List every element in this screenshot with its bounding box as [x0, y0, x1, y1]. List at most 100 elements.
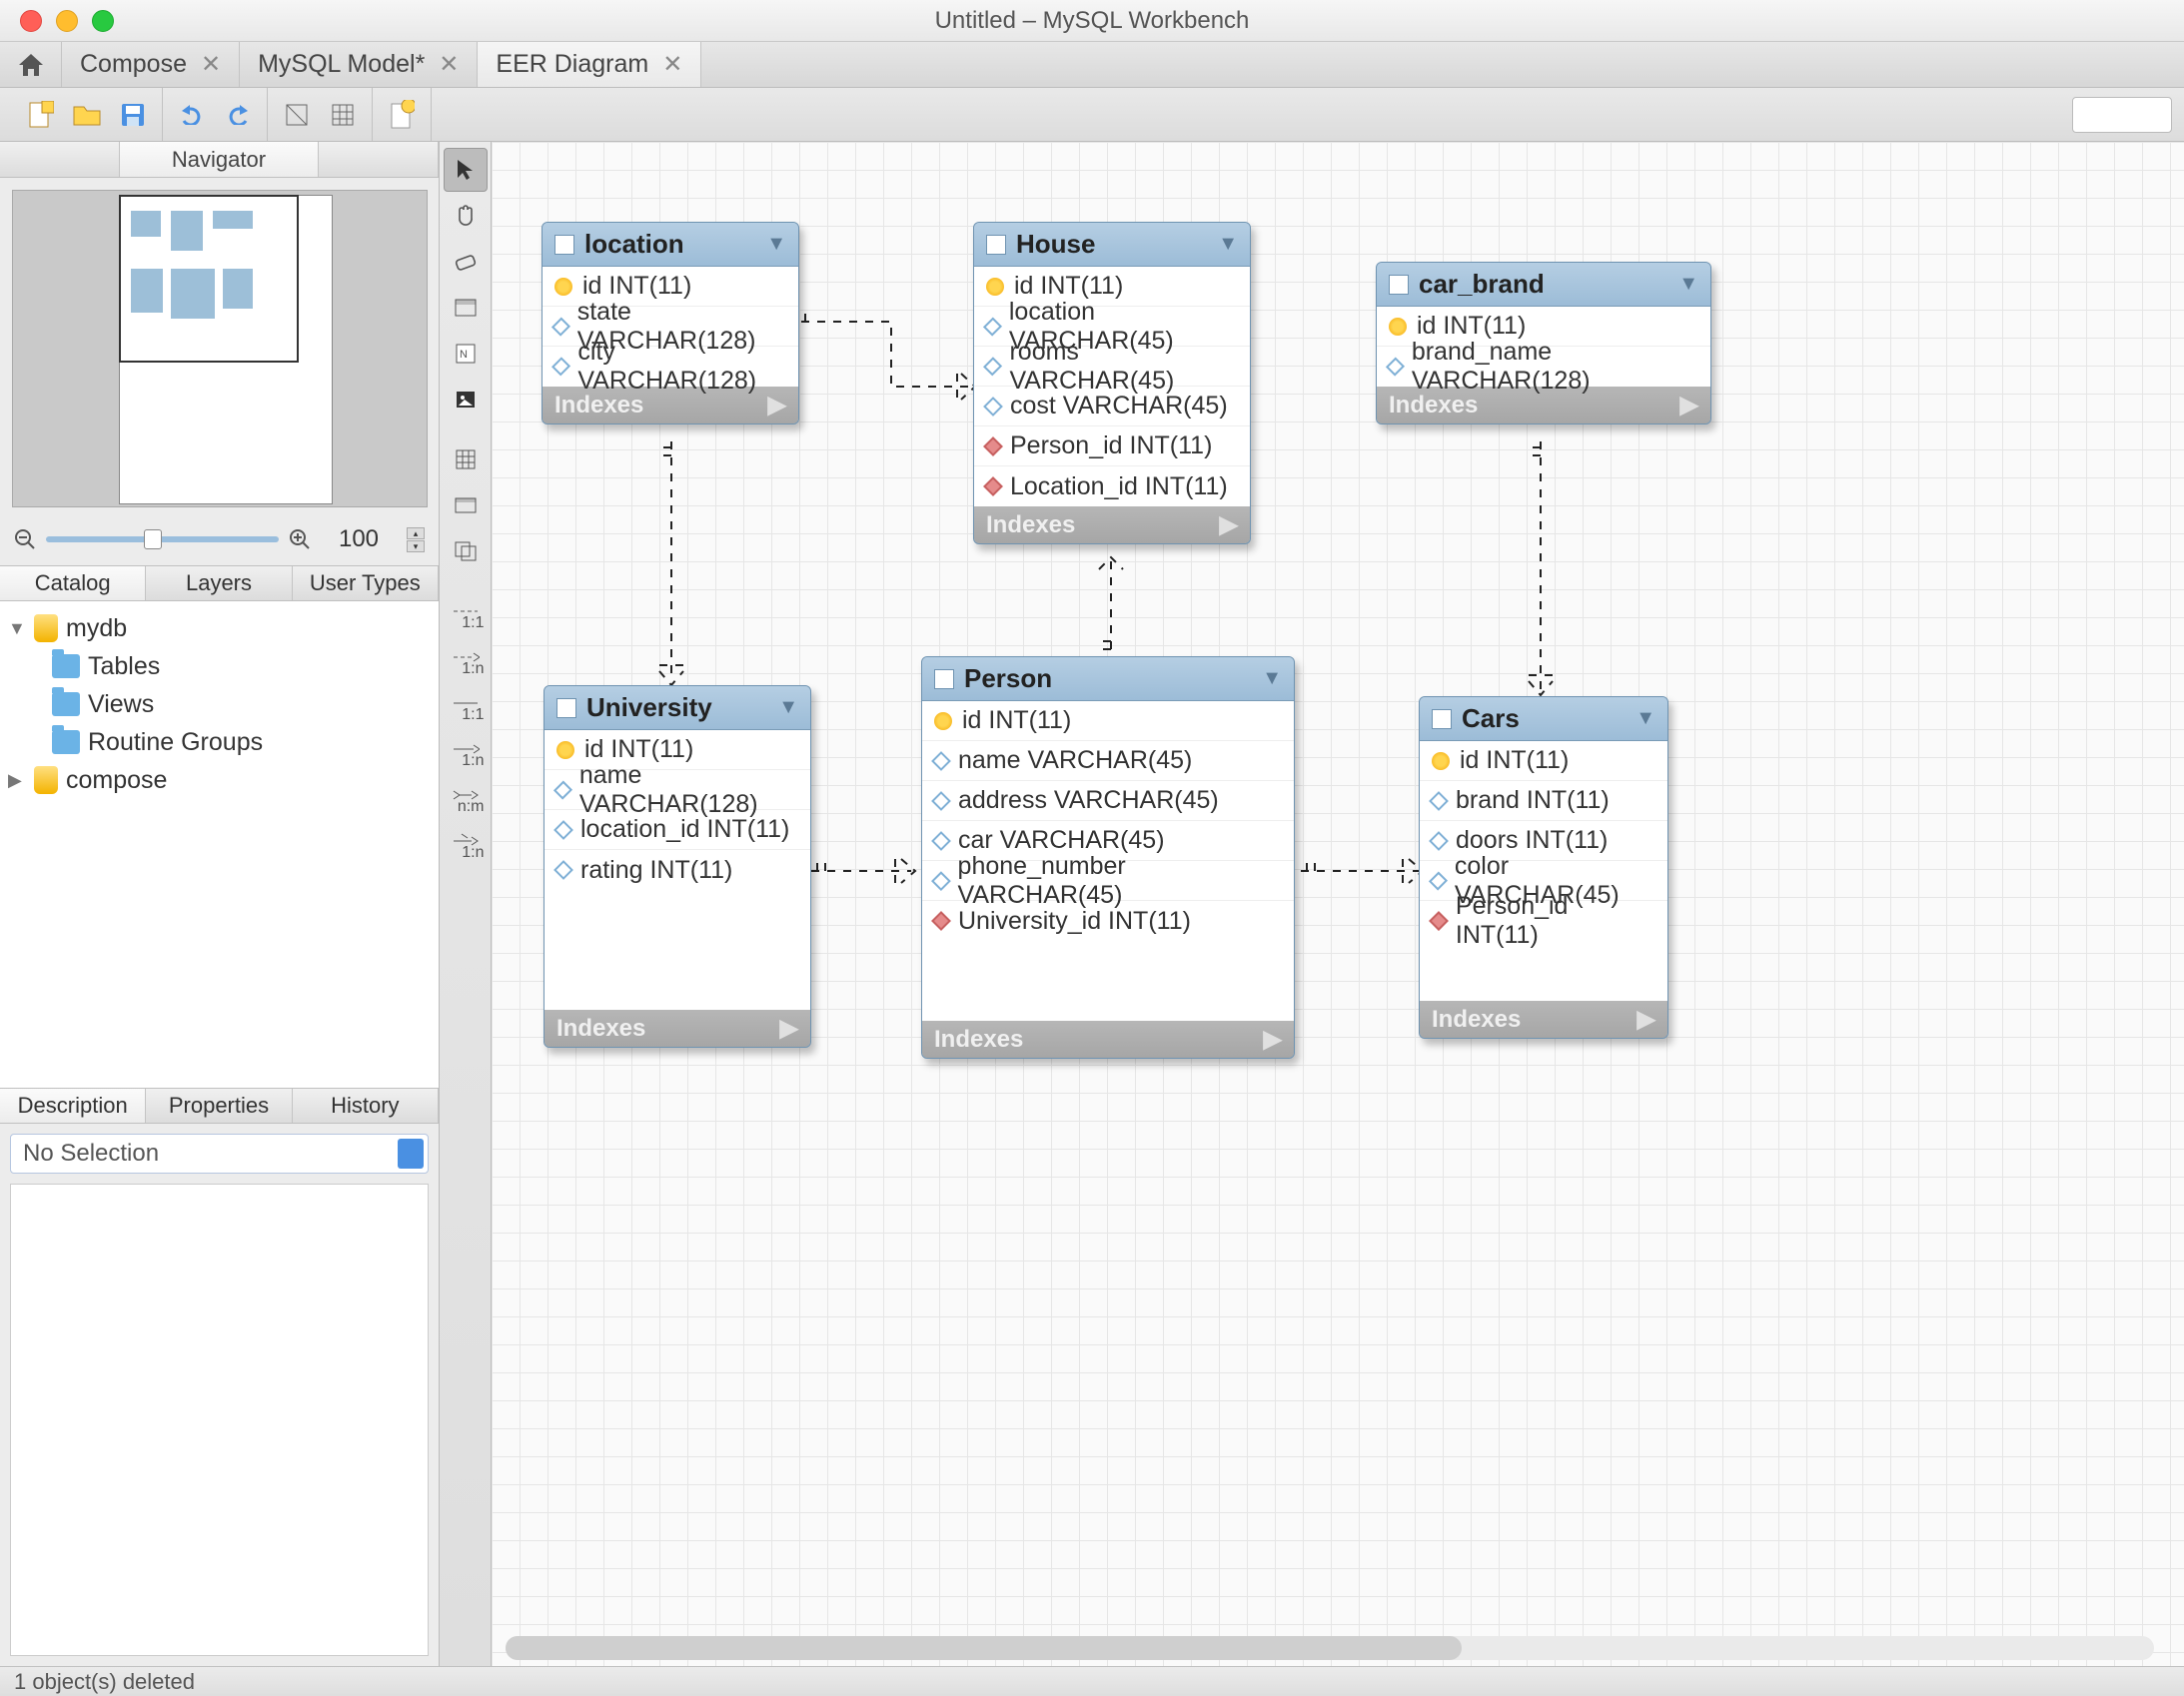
- catalog-tree[interactable]: ▼ mydb Tables Views Routine Groups ▶ com…: [0, 601, 439, 1088]
- rel-1-n-ident-tool[interactable]: 1:n: [444, 727, 488, 771]
- tree-item-tables[interactable]: Tables: [8, 647, 431, 685]
- disclosure-triangle-icon[interactable]: ▼: [8, 618, 26, 639]
- save-button[interactable]: [114, 96, 152, 134]
- entity-footer[interactable]: Indexes▶: [545, 1010, 810, 1047]
- tab-layers[interactable]: Layers: [146, 566, 292, 600]
- column-row[interactable]: address VARCHAR(45): [922, 781, 1294, 821]
- image-tool[interactable]: [444, 378, 488, 422]
- entity-footer[interactable]: Indexes▶: [1420, 1001, 1667, 1038]
- entity-header[interactable]: car_brand▼: [1377, 263, 1710, 307]
- column-row[interactable]: location_id INT(11): [545, 810, 810, 850]
- entity-header[interactable]: location▼: [543, 223, 798, 267]
- zoom-in-icon[interactable]: [289, 528, 311, 550]
- column-row[interactable]: rating INT(11): [545, 850, 810, 890]
- minimize-window-button[interactable]: [56, 10, 78, 32]
- pointer-tool[interactable]: [444, 148, 488, 192]
- chevron-down-icon[interactable]: ▼: [1262, 667, 1282, 690]
- redo-button[interactable]: [219, 96, 257, 134]
- entity-footer[interactable]: Indexes▶: [922, 1021, 1294, 1058]
- tab-catalog[interactable]: Catalog: [0, 566, 146, 600]
- horizontal-scrollbar[interactable]: [506, 1636, 2154, 1660]
- column-row[interactable]: id INT(11): [1420, 741, 1667, 781]
- tab-properties[interactable]: Properties: [146, 1089, 292, 1123]
- chevron-down-icon[interactable]: ▼: [1678, 273, 1698, 296]
- zoom-stepper[interactable]: ▴▾: [407, 527, 425, 552]
- entity-house[interactable]: House▼ id INT(11) location VARCHAR(45) r…: [973, 222, 1251, 544]
- rel-1-n-nonident-tool[interactable]: 1:n: [444, 635, 488, 679]
- slider-thumb[interactable]: [144, 529, 162, 549]
- entity-header[interactable]: Cars▼: [1420, 697, 1667, 741]
- toggle-grid-button[interactable]: [324, 96, 362, 134]
- entity-cars[interactable]: Cars▼ id INT(11) brand INT(11) doors INT…: [1419, 696, 1668, 1039]
- toolbar-search-input[interactable]: [2072, 97, 2172, 133]
- minimap-view-rect[interactable]: [119, 195, 299, 363]
- column-row[interactable]: phone_number VARCHAR(45): [922, 861, 1294, 901]
- entity-header[interactable]: House▼: [974, 223, 1250, 267]
- tab-description[interactable]: Description: [0, 1089, 146, 1123]
- selection-dropdown[interactable]: No Selection: [10, 1134, 429, 1174]
- tree-item-views[interactable]: Views: [8, 685, 431, 723]
- column-row[interactable]: brand INT(11): [1420, 781, 1667, 821]
- hand-tool[interactable]: [444, 194, 488, 238]
- column-row[interactable]: Location_id INT(11): [974, 466, 1250, 506]
- window-controls: [0, 10, 114, 32]
- routine-group-tool[interactable]: [444, 529, 488, 573]
- close-window-button[interactable]: [20, 10, 42, 32]
- navigator-tab[interactable]: Navigator: [120, 142, 319, 177]
- home-tab[interactable]: [0, 42, 62, 87]
- new-file-button[interactable]: [22, 96, 60, 134]
- entity-header[interactable]: University▼: [545, 686, 810, 730]
- open-file-button[interactable]: [68, 96, 106, 134]
- scrollbar-thumb[interactable]: [506, 1636, 1462, 1660]
- close-icon[interactable]: ✕: [439, 50, 459, 79]
- entity-car-brand[interactable]: car_brand▼ id INT(11) brand_name VARCHAR…: [1376, 262, 1711, 424]
- tab-mysql-model[interactable]: MySQL Model* ✕: [240, 42, 478, 87]
- description-textarea[interactable]: [10, 1184, 429, 1656]
- column-row[interactable]: name VARCHAR(45): [922, 741, 1294, 781]
- column-row[interactable]: id INT(11): [922, 701, 1294, 741]
- chevron-down-icon[interactable]: ▼: [778, 696, 798, 719]
- column-row[interactable]: rooms VARCHAR(45): [974, 347, 1250, 387]
- column-row[interactable]: brand_name VARCHAR(128): [1377, 347, 1710, 387]
- rel-1-1-ident-tool[interactable]: 1:1: [444, 681, 488, 725]
- column-row[interactable]: Person_id INT(11): [1420, 901, 1667, 941]
- tree-item-routine-groups[interactable]: Routine Groups: [8, 723, 431, 761]
- undo-button[interactable]: [173, 96, 211, 134]
- chevron-down-icon[interactable]: ▼: [766, 233, 786, 256]
- tab-history[interactable]: History: [293, 1089, 439, 1123]
- eraser-tool[interactable]: [444, 240, 488, 284]
- chevron-down-icon[interactable]: ▼: [1636, 707, 1655, 730]
- column-row[interactable]: city VARCHAR(128): [543, 347, 798, 387]
- rel-n-m-tool[interactable]: n:m: [444, 773, 488, 817]
- new-document-button[interactable]: [383, 96, 421, 134]
- minimap[interactable]: [12, 190, 428, 507]
- entity-university[interactable]: University▼ id INT(11) name VARCHAR(128)…: [544, 685, 811, 1048]
- column-row[interactable]: cost VARCHAR(45): [974, 387, 1250, 426]
- note-tool[interactable]: N: [444, 332, 488, 376]
- table-tool[interactable]: [444, 437, 488, 481]
- tab-eer-diagram[interactable]: EER Diagram ✕: [478, 42, 701, 87]
- entity-location[interactable]: location▼ id INT(11) state VARCHAR(128) …: [542, 222, 799, 424]
- entity-footer[interactable]: Indexes▶: [974, 506, 1250, 543]
- column-row[interactable]: Person_id INT(11): [974, 426, 1250, 466]
- entity-header[interactable]: Person▼: [922, 657, 1294, 701]
- toggle-grid-align-button[interactable]: [278, 96, 316, 134]
- tree-db-mydb[interactable]: ▼ mydb: [8, 609, 431, 647]
- diagram-canvas[interactable]: location▼ id INT(11) state VARCHAR(128) …: [492, 142, 2184, 1666]
- tree-db-compose[interactable]: ▶ compose: [8, 761, 431, 799]
- close-icon[interactable]: ✕: [201, 50, 221, 79]
- zoom-slider[interactable]: [46, 536, 279, 542]
- tab-user-types[interactable]: User Types: [293, 566, 439, 600]
- close-icon[interactable]: ✕: [662, 50, 682, 79]
- view-tool[interactable]: [444, 483, 488, 527]
- entity-person[interactable]: Person▼ id INT(11) name VARCHAR(45) addr…: [921, 656, 1295, 1059]
- disclosure-triangle-icon[interactable]: ▶: [8, 770, 26, 791]
- rel-existing-cols-tool[interactable]: 1:n: [444, 819, 488, 863]
- zoom-out-icon[interactable]: [14, 528, 36, 550]
- chevron-down-icon[interactable]: ▼: [1218, 233, 1238, 256]
- rel-1-1-nonident-tool[interactable]: 1:1: [444, 589, 488, 633]
- tab-compose[interactable]: Compose ✕: [62, 42, 240, 87]
- column-row[interactable]: name VARCHAR(128): [545, 770, 810, 810]
- layer-tool[interactable]: [444, 286, 488, 330]
- maximize-window-button[interactable]: [92, 10, 114, 32]
